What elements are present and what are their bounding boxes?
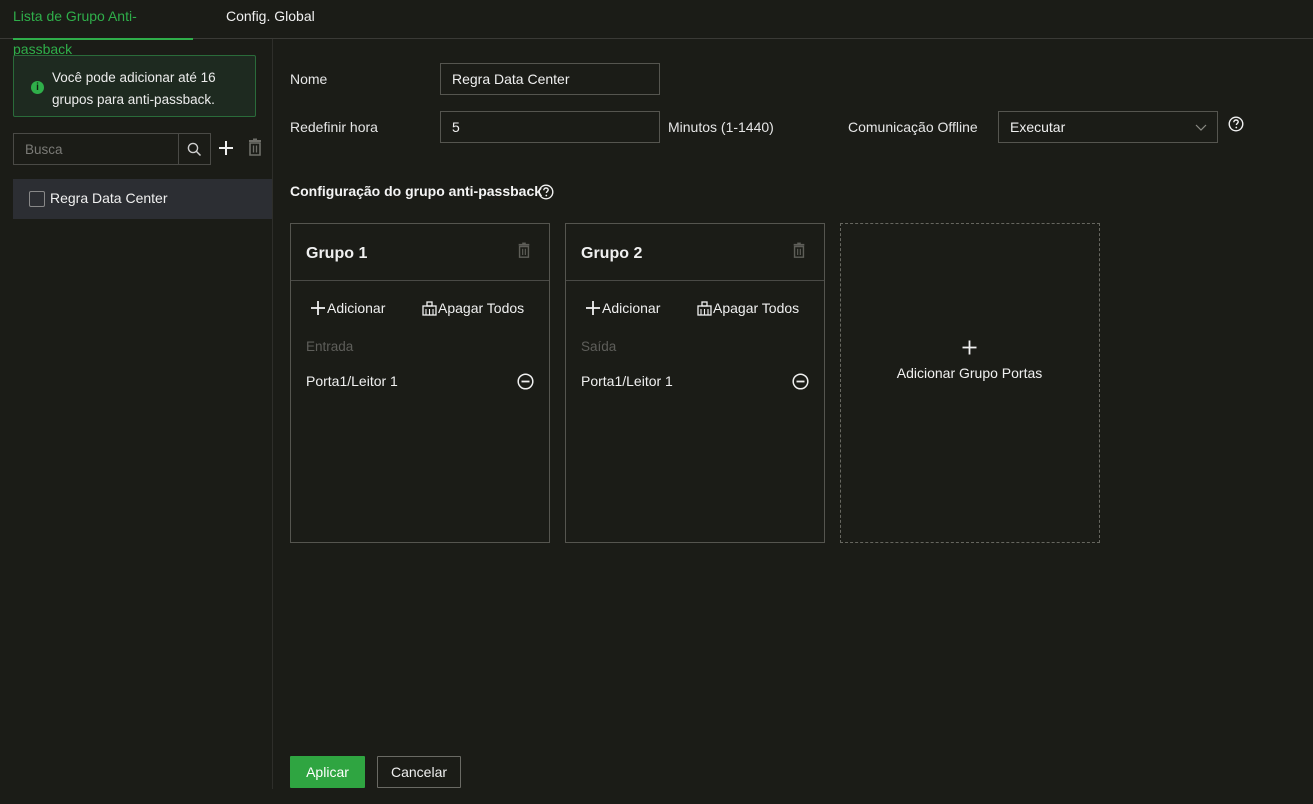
add-group-rule-icon[interactable] xyxy=(216,138,236,158)
name-field[interactable]: Regra Data Center xyxy=(440,63,660,95)
help-icon[interactable] xyxy=(1228,116,1244,132)
group-type: Saída xyxy=(581,339,617,354)
tab-anti-passback-list[interactable]: Lista de Grupo Anti-passback xyxy=(13,0,193,57)
offline-label: Comunicação Offline xyxy=(848,119,978,135)
add-door-group-label: Adicionar Grupo Portas xyxy=(896,365,1043,381)
trash-icon[interactable] xyxy=(246,138,264,158)
group-title: Grupo 1 xyxy=(306,245,368,262)
help-icon[interactable] xyxy=(538,184,554,200)
sidebar: i Você pode adicionar até 16 grupos para… xyxy=(13,39,272,804)
info-icon: i xyxy=(31,81,44,94)
door-row: Porta1/Leitor 1 xyxy=(581,371,809,393)
add-door-button[interactable]: Adicionar xyxy=(584,298,660,318)
add-door-label: Adicionar xyxy=(327,300,386,316)
clear-all-button[interactable]: Apagar Todos xyxy=(696,298,799,318)
search-button[interactable] xyxy=(178,134,210,164)
apply-button[interactable]: Aplicar xyxy=(290,756,365,788)
list-item-checkbox[interactable] xyxy=(29,191,45,207)
trash-icon[interactable] xyxy=(791,242,807,260)
search-input[interactable] xyxy=(14,134,179,164)
remove-circle-icon[interactable] xyxy=(792,373,809,390)
add-door-button[interactable]: Adicionar xyxy=(309,298,385,318)
clear-all-label: Apagar Todos xyxy=(438,300,525,316)
plus-icon xyxy=(962,340,977,355)
door-label: Porta1/Leitor 1 xyxy=(581,373,673,389)
reset-time-field[interactable]: 5 xyxy=(440,111,660,143)
offline-select-value: Executar xyxy=(1010,119,1066,135)
plus-icon xyxy=(311,301,325,315)
door-row: Porta1/Leitor 1 xyxy=(306,371,534,393)
group-title: Grupo 2 xyxy=(581,245,643,262)
list-item-label: Regra Data Center xyxy=(50,190,168,206)
offline-select[interactable]: Executar xyxy=(998,111,1218,143)
add-door-group-card[interactable]: Adicionar Grupo Portas xyxy=(840,223,1100,543)
add-door-label: Adicionar xyxy=(602,300,661,316)
name-label: Nome xyxy=(290,71,328,87)
search-box xyxy=(13,133,211,165)
plus-icon xyxy=(586,301,600,315)
clear-all-label: Apagar Todos xyxy=(713,300,800,316)
search-icon xyxy=(187,142,202,156)
reset-time-label: Redefinir hora xyxy=(290,119,378,135)
tab-global-config[interactable]: Config. Global xyxy=(226,0,315,39)
group-card-header: Grupo 2 xyxy=(566,224,824,281)
group-config-title-text: Configuração do grupo anti-passback xyxy=(290,183,543,199)
info-banner: i Você pode adicionar até 16 grupos para… xyxy=(13,55,256,117)
cancel-button[interactable]: Cancelar xyxy=(377,756,461,788)
info-text: Você pode adicionar até 16 grupos para a… xyxy=(52,70,216,107)
clear-icon xyxy=(422,300,437,316)
trash-icon[interactable] xyxy=(516,242,532,260)
group-type: Entrada xyxy=(306,339,354,354)
group-card-1: Grupo 1 Adicionar Apagar Todos Entrada P… xyxy=(290,223,550,543)
reset-time-unit: Minutos (1-1440) xyxy=(668,119,774,135)
door-label: Porta1/Leitor 1 xyxy=(306,373,398,389)
sidebar-divider xyxy=(272,39,273,789)
group-card-header: Grupo 1 xyxy=(291,224,549,281)
remove-circle-icon[interactable] xyxy=(517,373,534,390)
chevron-down-icon xyxy=(1195,124,1207,131)
list-item[interactable]: Regra Data Center xyxy=(13,179,272,219)
group-card-2: Grupo 2 Adicionar Apagar Todos Saída Por… xyxy=(565,223,825,543)
group-config-title: Configuração do grupo anti-passback xyxy=(290,183,542,199)
tab-bar: Lista de Grupo Anti-passback Config. Glo… xyxy=(0,0,1313,57)
clear-icon xyxy=(697,300,712,316)
clear-all-button[interactable]: Apagar Todos xyxy=(421,298,524,318)
